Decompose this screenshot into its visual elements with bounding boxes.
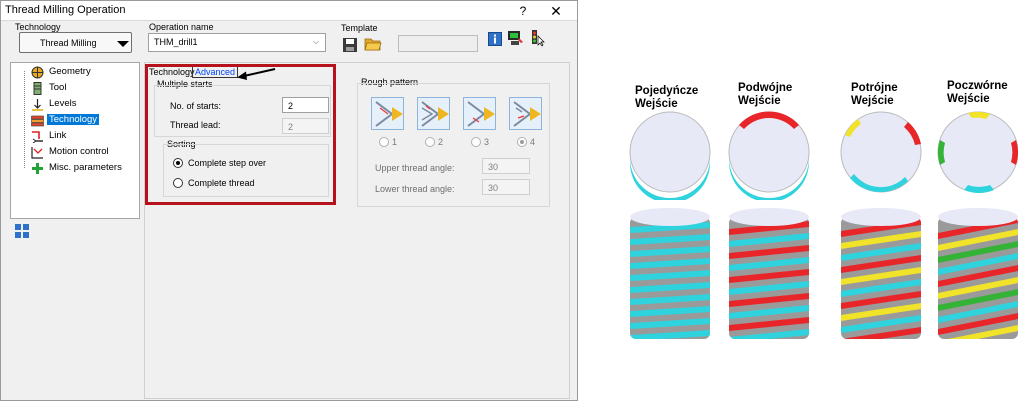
lower-thread-angle-field: 30 [482, 179, 530, 195]
complete-thread-option[interactable]: Complete thread [173, 177, 323, 190]
quadruple-start-cylinder [938, 217, 1018, 339]
caption-line: Pojedyńcze [635, 85, 699, 97]
lower-thread-angle-value: 30 [488, 183, 499, 193]
title-bar: Thread Milling Operation ? ✕ [1, 1, 577, 21]
tree-item-misc-parameters[interactable]: Misc. parameters [11, 161, 141, 176]
thread-lead-label: Thread lead: [170, 120, 221, 130]
caption-line: Potrójne [851, 82, 898, 94]
open-folder-icon[interactable] [364, 36, 382, 52]
pattern-1-label: 1 [392, 137, 398, 147]
technology-icon [31, 114, 44, 127]
upper-thread-angle-value: 30 [488, 162, 499, 172]
tree-item-label: Misc. parameters [49, 162, 122, 173]
tool-icon [31, 82, 44, 95]
chevron-down-icon: ⌵ [313, 37, 320, 46]
pattern-2-option[interactable]: 2 [425, 136, 447, 148]
upper-thread-angle-field: 30 [482, 158, 530, 174]
levels-icon [31, 98, 44, 111]
double-start-top-view [728, 111, 810, 200]
quadruple-start-top-view [937, 111, 1018, 193]
parameter-tree: Geometry Tool Levels Technology Link Mot… [10, 62, 140, 219]
caption-line: Poczwórne [947, 80, 1008, 92]
number-of-starts-label: No. of starts: [170, 101, 222, 111]
caption-double-start: Podwójne Wejście [738, 82, 792, 108]
triple-start-top-view [840, 111, 922, 193]
motion-control-icon [31, 146, 44, 159]
pattern-1-option[interactable]: 1 [379, 136, 401, 148]
upper-thread-angle-label: Upper thread angle: [375, 163, 455, 173]
thread-top-views [629, 111, 1018, 200]
technology-dropdown[interactable]: Thread Milling [19, 32, 132, 53]
thread-cylinders [630, 208, 1018, 339]
pattern-1-image [371, 97, 404, 130]
link-icon [31, 130, 44, 144]
complete-thread-label: Complete thread [188, 178, 255, 188]
traffic-light-pointer-icon[interactable] [529, 29, 547, 47]
pattern-2-image [417, 97, 450, 130]
save-template-icon[interactable] [342, 37, 358, 53]
single-start-top-view [629, 111, 711, 200]
complete-step-over-radio[interactable] [173, 158, 183, 168]
thread-lead-field: 2 [282, 118, 329, 134]
pattern-2-label: 2 [438, 137, 444, 147]
pattern-1-radio[interactable] [379, 137, 389, 147]
caption-quadruple-start: Poczwórne Wejście [947, 80, 1008, 106]
thread-lead-value: 2 [288, 122, 294, 132]
complete-thread-radio[interactable] [173, 178, 183, 188]
pattern-4-radio[interactable] [517, 137, 527, 147]
tree-item-label: Levels [49, 98, 77, 109]
triple-start-cylinder [841, 217, 921, 339]
tree-item-label: Technology [47, 114, 100, 125]
technology-label: Technology [15, 22, 61, 32]
thread-milling-dialog: Thread Milling Operation ? ✕ Technology … [0, 0, 578, 401]
tree-item-label: Tool [49, 82, 67, 93]
thread-starts-illustration: Pojedyńcze Wejście Podwójne Wejście Potr… [578, 0, 1024, 401]
operation-name-combobox[interactable]: THM_drill1 ⌵ [148, 33, 326, 52]
triangle-down-icon [117, 41, 129, 47]
operation-name-value: THM_drill1 [154, 37, 198, 47]
caption-line: Wejście [947, 93, 990, 105]
tree-item-technology[interactable]: Technology [11, 113, 141, 128]
info-icon[interactable] [488, 32, 502, 46]
pattern-2-radio[interactable] [425, 137, 435, 147]
caption-single-start: Pojedyńcze Wejście [635, 85, 698, 111]
tree-item-tool[interactable]: Tool [11, 81, 141, 96]
tree-item-motion-control[interactable]: Motion control [11, 145, 141, 160]
close-button[interactable]: ✕ [545, 2, 567, 20]
caption-line: Podwójne [738, 82, 793, 94]
caption-triple-start: Potrójne Wejście [851, 82, 898, 108]
pattern-3-label: 3 [484, 137, 490, 147]
pattern-3-option[interactable]: 3 [471, 136, 493, 148]
pattern-4-label: 4 [530, 137, 536, 147]
pattern-4-image [509, 97, 542, 130]
number-of-starts-value: 2 [288, 101, 294, 111]
pattern-4-option[interactable]: 4 [517, 136, 539, 148]
pattern-3-radio[interactable] [471, 137, 481, 147]
tree-item-label: Link [49, 130, 67, 141]
complete-step-over-label: Complete step over [188, 158, 267, 168]
template-label: Template [341, 23, 378, 33]
machine-simulation-icon[interactable] [506, 29, 524, 47]
tree-item-label: Motion control [49, 146, 109, 157]
template-field[interactable] [398, 35, 478, 52]
window-title: Thread Milling Operation [5, 4, 126, 16]
plus-icon [31, 162, 44, 175]
caption-line: Wejście [851, 95, 894, 107]
caption-line: Wejście [738, 95, 781, 107]
view-grid-icon[interactable] [15, 224, 29, 238]
single-start-cylinder [630, 217, 710, 339]
lower-thread-angle-label: Lower thread angle: [375, 184, 455, 194]
tree-item-link[interactable]: Link [11, 129, 141, 144]
tree-item-levels[interactable]: Levels [11, 97, 141, 112]
tree-item-geometry[interactable]: Geometry [11, 65, 141, 80]
pattern-3-image [463, 97, 496, 130]
help-button[interactable]: ? [513, 2, 533, 20]
operation-name-label: Operation name [149, 22, 214, 32]
geometry-icon [31, 66, 44, 79]
number-of-starts-input[interactable]: 2 [282, 97, 329, 113]
complete-step-over-option[interactable]: Complete step over [173, 157, 323, 170]
double-start-cylinder [729, 217, 809, 339]
technology-dropdown-value: Thread Milling [40, 38, 97, 48]
tree-item-label: Geometry [49, 66, 91, 77]
